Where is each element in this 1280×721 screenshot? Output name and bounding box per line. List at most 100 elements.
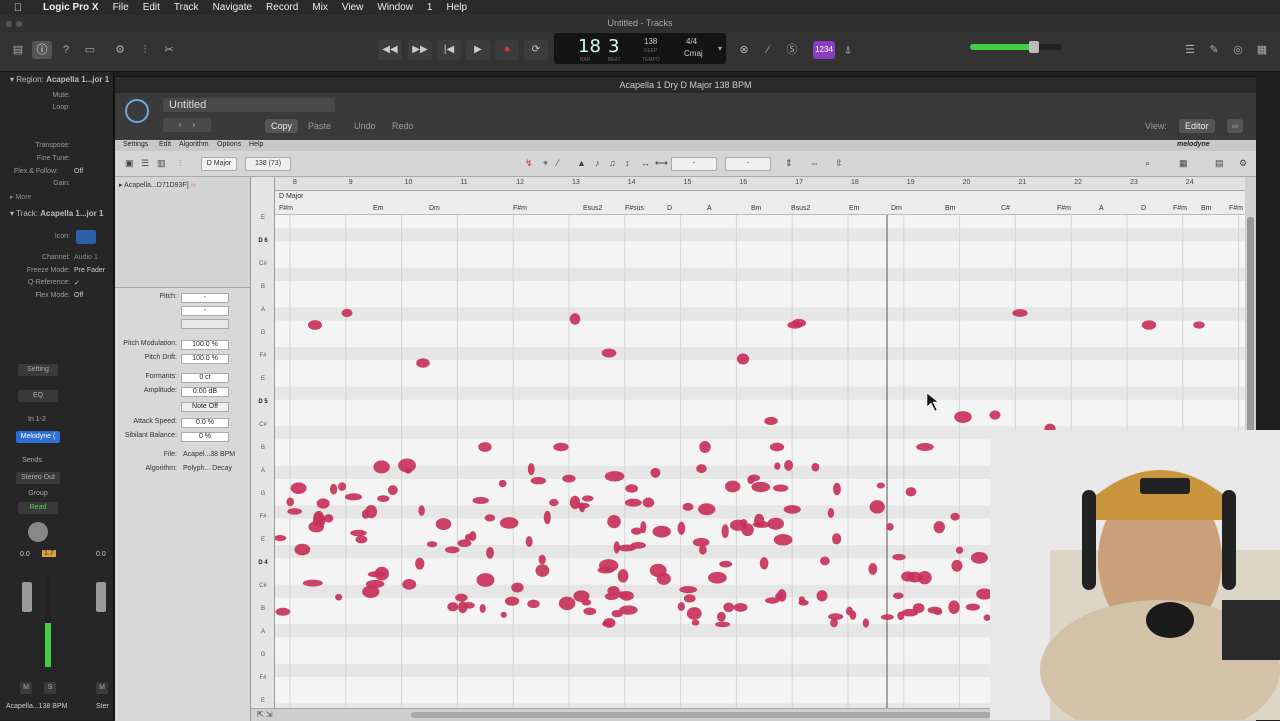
note-blob[interactable] bbox=[721, 524, 729, 539]
gear-icon[interactable]: ⚙ bbox=[1239, 158, 1247, 169]
note-blob[interactable] bbox=[464, 533, 472, 541]
note-blob[interactable] bbox=[950, 512, 960, 521]
cycle-button[interactable]: ⟳ bbox=[524, 40, 548, 60]
note-blob[interactable] bbox=[656, 572, 671, 585]
note-blob[interactable] bbox=[869, 500, 885, 514]
list-editors-icon[interactable]: ☰ bbox=[1180, 41, 1200, 59]
note-blob[interactable] bbox=[892, 592, 904, 599]
note-blob[interactable] bbox=[868, 563, 878, 575]
note-blob[interactable] bbox=[912, 603, 925, 614]
note-blob[interactable] bbox=[1193, 321, 1205, 329]
note-blob[interactable] bbox=[624, 498, 642, 507]
formants-field[interactable]: 0 ct bbox=[181, 373, 229, 383]
note-blob[interactable] bbox=[308, 320, 322, 330]
note-blob[interactable] bbox=[751, 481, 771, 493]
record-button[interactable]: ● bbox=[495, 40, 519, 60]
sliders-icon[interactable]: ⫶ bbox=[179, 158, 181, 169]
note-blob[interactable] bbox=[783, 505, 801, 514]
note-blob[interactable] bbox=[652, 525, 671, 538]
melodyne-menu-options[interactable]: Options bbox=[217, 141, 241, 148]
note-blob[interactable] bbox=[613, 541, 620, 554]
note-blob[interactable] bbox=[933, 520, 945, 534]
note-blob[interactable] bbox=[535, 564, 550, 577]
note-blob[interactable] bbox=[880, 614, 894, 620]
preset-menu[interactable]: Untitled bbox=[163, 98, 335, 112]
note-blob[interactable] bbox=[581, 495, 594, 502]
note-blob[interactable] bbox=[484, 514, 496, 522]
undo-button[interactable]: Undo bbox=[354, 121, 376, 131]
note-blob[interactable] bbox=[478, 442, 492, 452]
flex-mode-value[interactable]: Off bbox=[74, 292, 83, 299]
melodyne-menu-edit[interactable]: Edit bbox=[159, 141, 171, 148]
note-blob[interactable] bbox=[583, 607, 597, 616]
region-header[interactable]: ▾ Region: Acapella 1...jor 1 bbox=[10, 75, 109, 84]
note-blob[interactable] bbox=[602, 620, 613, 627]
note-blob[interactable] bbox=[759, 557, 769, 570]
note-blob[interactable] bbox=[472, 496, 489, 505]
snap-icon[interactable]: ⇔ bbox=[810, 158, 819, 168]
note-blob[interactable] bbox=[479, 604, 486, 613]
align-icon[interactable]: ⇳ bbox=[835, 158, 843, 169]
note-blob[interactable] bbox=[527, 599, 540, 609]
note-blob[interactable] bbox=[402, 579, 417, 590]
library-icon[interactable]: ▤ bbox=[8, 41, 28, 59]
note-blob[interactable] bbox=[679, 586, 698, 594]
note-blob[interactable] bbox=[686, 607, 702, 620]
note-blob[interactable] bbox=[724, 480, 741, 493]
lcd-dropdown-icon[interactable]: ▾ bbox=[718, 44, 722, 53]
note-blob[interactable] bbox=[699, 545, 707, 555]
note-blob[interactable] bbox=[642, 497, 655, 508]
zoom-icon[interactable]: ⌕ bbox=[1145, 158, 1150, 169]
note-blob[interactable] bbox=[886, 522, 894, 531]
note-blob[interactable] bbox=[350, 529, 367, 537]
menu-item-record[interactable]: Record bbox=[259, 2, 305, 13]
note-blob[interactable] bbox=[313, 510, 325, 525]
setting-button[interactable]: Setting bbox=[18, 364, 58, 376]
note-blob[interactable] bbox=[677, 602, 685, 611]
mixer-icon[interactable]: ⫶ bbox=[135, 41, 155, 59]
rewind-button[interactable]: ◀◀ bbox=[378, 40, 402, 60]
note-blob[interactable] bbox=[373, 460, 390, 474]
note-blob[interactable] bbox=[335, 593, 343, 601]
menu-app-name[interactable]: Logic Pro X bbox=[36, 2, 106, 13]
note-blob[interactable] bbox=[549, 498, 559, 507]
note-blob[interactable] bbox=[677, 521, 686, 535]
note-blob[interactable] bbox=[290, 482, 307, 494]
note-blob[interactable] bbox=[905, 487, 917, 497]
note-blob[interactable] bbox=[601, 348, 617, 358]
pitch-modulation-field[interactable]: 100.0 % bbox=[181, 340, 229, 350]
volume-fader[interactable] bbox=[22, 582, 32, 612]
input-slot[interactable]: In 1-2 bbox=[28, 414, 58, 426]
solo-button[interactable]: S bbox=[44, 682, 56, 694]
note-blob[interactable] bbox=[965, 603, 980, 611]
notepad-icon[interactable]: ✎ bbox=[1204, 41, 1224, 59]
note-blob[interactable] bbox=[511, 582, 524, 593]
time-ruler[interactable]: 8 9 10 11 12 13 14 15 16 17 18 19 20 21 22 23 24 bbox=[275, 177, 1245, 191]
note-blob[interactable] bbox=[316, 498, 330, 509]
note-blob[interactable] bbox=[607, 514, 621, 529]
note-blob[interactable] bbox=[774, 462, 781, 470]
note-blob[interactable] bbox=[892, 553, 906, 561]
note-blob[interactable] bbox=[362, 585, 380, 598]
vertical-scroll-thumb[interactable] bbox=[1247, 217, 1254, 457]
amplitude-field[interactable]: 0.00 dB bbox=[181, 387, 229, 397]
q-reference-checkbox[interactable]: ✓ bbox=[74, 279, 80, 287]
pitch-tool-icon[interactable]: ↯ bbox=[525, 158, 533, 169]
note-blob[interactable] bbox=[302, 579, 323, 587]
note-blob[interactable] bbox=[951, 559, 963, 572]
note-blob[interactable] bbox=[476, 573, 495, 587]
flex-follow-value[interactable]: Off bbox=[74, 168, 83, 175]
scroll-tool-icon[interactable]: ⌖ bbox=[543, 158, 548, 169]
scroll-nav-icon[interactable]: ⇱ ⇲ bbox=[257, 710, 273, 719]
note-blob[interactable] bbox=[504, 596, 520, 606]
solo-icon[interactable]: Ⓢ bbox=[782, 41, 802, 59]
more-toggle[interactable]: ▸ More bbox=[10, 193, 31, 201]
note-blob[interactable] bbox=[435, 518, 452, 530]
inspector-icon[interactable]: ⓘ bbox=[32, 41, 52, 59]
play-button[interactable]: ▶ bbox=[466, 40, 490, 60]
time-tool-icon[interactable]: ↔ bbox=[641, 158, 650, 168]
note-blob[interactable] bbox=[692, 537, 710, 547]
meter-icon[interactable]: ▥ bbox=[157, 158, 166, 169]
note-blob[interactable] bbox=[562, 474, 576, 483]
quantize-icon[interactable]: ⇕ bbox=[785, 158, 793, 169]
